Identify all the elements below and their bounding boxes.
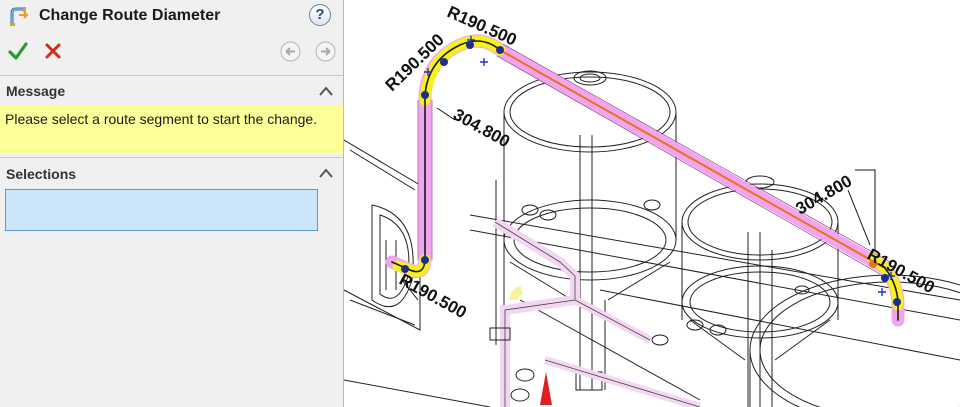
- chevron-up-icon[interactable]: [318, 167, 334, 179]
- sketch-plus-markers: [424, 36, 895, 296]
- panel-title: Change Route Diameter: [39, 7, 221, 24]
- separator: [0, 75, 343, 76]
- message-text: Please select a route segment to start t…: [0, 106, 343, 154]
- check-icon: [8, 42, 28, 60]
- selected-route[interactable]: [385, 34, 905, 327]
- dimension-labels: R190.500 R190.500 304.800 304.800 R190.5…: [382, 2, 938, 322]
- help-button[interactable]: ?: [309, 4, 331, 26]
- selections-section-title[interactable]: Selections: [6, 166, 76, 182]
- message-section-title[interactable]: Message: [6, 83, 65, 99]
- chevron-up-icon[interactable]: [318, 85, 334, 97]
- graphics-area[interactable]: R190.500 R190.500 304.800 304.800 R190.5…: [344, 0, 960, 407]
- forward-button[interactable]: [315, 41, 336, 62]
- selections-list[interactable]: [5, 189, 318, 231]
- cross-icon: [45, 43, 61, 59]
- panel-titlebar: Change Route Diameter ?: [0, 0, 344, 34]
- route-points[interactable]: [401, 41, 901, 306]
- separator: [0, 157, 343, 158]
- cancel-button[interactable]: [42, 40, 64, 62]
- property-manager-panel: Change Route Diameter ? Message Please s…: [0, 0, 344, 407]
- dimension-radius-bottom: R190.500: [396, 270, 470, 322]
- back-button[interactable]: [280, 41, 301, 62]
- ok-button[interactable]: [7, 40, 29, 62]
- route-diameter-icon: [10, 7, 29, 26]
